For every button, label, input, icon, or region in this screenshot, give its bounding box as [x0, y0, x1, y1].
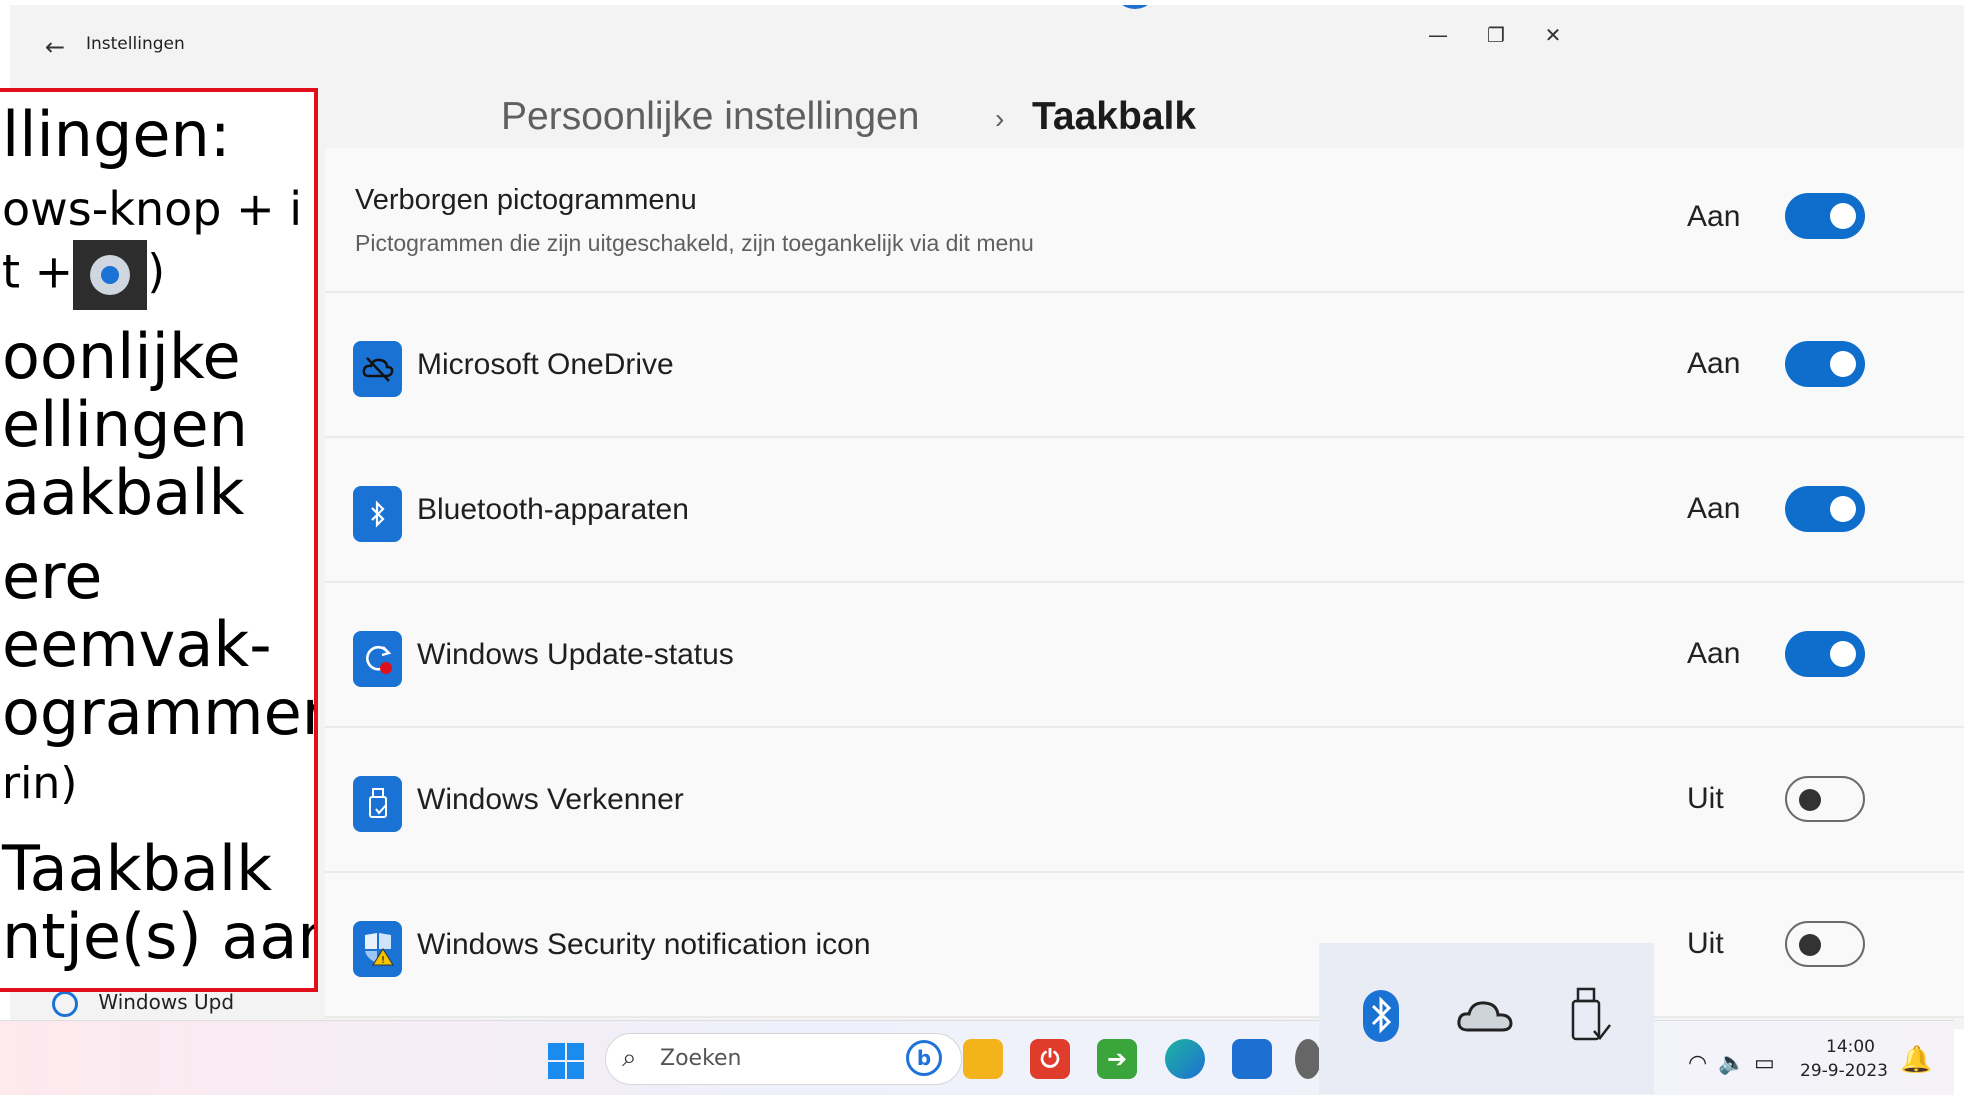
- windows-update-nav-label: Windows Upd: [98, 990, 235, 1014]
- windows-explorer-label: Windows Verkenner: [417, 783, 684, 816]
- onedrive-toggle[interactable]: [1785, 341, 1865, 387]
- instruction-line-10: rin): [2, 758, 78, 809]
- instruction-line-7: ere: [2, 540, 103, 613]
- bluetooth-state: Aan: [1687, 492, 1741, 525]
- windows-security-label: Windows Security notification icon: [417, 928, 871, 961]
- maximize-button[interactable]: ❐: [1468, 17, 1524, 53]
- tray-onedrive-icon[interactable]: [1455, 983, 1515, 1049]
- instruction-line-3: t +): [2, 240, 165, 310]
- store-icon[interactable]: [1232, 1039, 1272, 1079]
- windows-security-row: ! Windows Security notification icon Uit: [325, 873, 1964, 1018]
- tray-bluetooth-icon[interactable]: [1351, 983, 1411, 1049]
- breadcrumb-separator: ›: [995, 103, 1005, 134]
- instruction-line-11: Taakbalk: [2, 832, 272, 905]
- windows-update-row: Windows Update-status Aan: [325, 583, 1964, 728]
- instruction-line-9: ogrammen: [2, 676, 318, 749]
- windows-security-toggle[interactable]: [1785, 921, 1865, 967]
- windows-update-nav-item[interactable]: Windows Upd: [52, 990, 234, 1017]
- settings-list: Verborgen pictogrammenu Pictogrammen die…: [325, 148, 1964, 1018]
- breadcrumb-parent[interactable]: Persoonlijke instellingen: [501, 95, 919, 139]
- page-title: Taakbalk: [1032, 95, 1197, 138]
- instruction-line-4: oonlijke: [2, 320, 241, 393]
- hidden-icon-menu-toggle[interactable]: [1785, 193, 1865, 239]
- hidden-icon-menu-row: Verborgen pictogrammenu Pictogrammen die…: [325, 148, 1964, 293]
- onedrive-row: Microsoft OneDrive Aan: [325, 293, 1964, 438]
- instruction-line-1: llingen:: [2, 98, 231, 171]
- bluetooth-row: Bluetooth-apparaten Aan: [325, 438, 1964, 583]
- instruction-line-6: aakbalk: [2, 456, 245, 529]
- windows-explorer-state: Uit: [1687, 782, 1724, 815]
- windows-explorer-row: Windows Verkenner Uit: [325, 728, 1964, 873]
- search-placeholder: Zoeken: [660, 1046, 742, 1071]
- instruction-line-2: ows-knop + i: [2, 182, 303, 236]
- windows-update-icon: [353, 631, 402, 687]
- bluetooth-label: Bluetooth-apparaten: [417, 493, 689, 526]
- instruction-line-12: ntje(s) aan: [2, 900, 318, 973]
- start-button[interactable]: [548, 1043, 584, 1079]
- instruction-line-8: eemvak-: [2, 608, 272, 681]
- usb-drive-icon: [353, 776, 402, 832]
- instruction-box: llingen: ows-knop + i t +) oonlijke elli…: [0, 88, 318, 992]
- windows-security-state: Uit: [1687, 927, 1724, 960]
- wifi-icon[interactable]: ◠: [1688, 1051, 1707, 1076]
- notification-bell-icon[interactable]: 🔔: [1900, 1045, 1932, 1075]
- instruction-line-3-end: ): [147, 244, 166, 299]
- app-title: Instellingen: [86, 34, 185, 54]
- file-explorer-icon[interactable]: [963, 1039, 1003, 1079]
- instruction-line-5: ellingen: [2, 388, 248, 461]
- close-button[interactable]: ✕: [1525, 17, 1581, 53]
- volume-icon[interactable]: 🔈: [1718, 1051, 1745, 1076]
- power-app-icon[interactable]: ⏻: [1030, 1039, 1070, 1079]
- windows-update-nav-icon: [52, 990, 78, 1017]
- back-button[interactable]: ←: [35, 29, 75, 65]
- windows-update-state: Aan: [1687, 637, 1741, 670]
- battery-icon[interactable]: ▭: [1754, 1051, 1775, 1076]
- hidden-icon-menu-description: Pictogrammen die zijn uitgeschakeld, zij…: [355, 230, 1034, 256]
- search-icon: ⌕: [622, 1043, 637, 1073]
- taskbar: ⌕ Zoeken b ⏻ ➔ ◠ 🔈 ▭ 14:00 29-9-2023 🔔: [0, 1020, 1954, 1095]
- minimize-button[interactable]: —: [1410, 17, 1466, 53]
- bing-icon[interactable]: b: [906, 1040, 942, 1076]
- onedrive-label: Microsoft OneDrive: [417, 348, 674, 381]
- svg-text:!: !: [380, 955, 384, 966]
- hidden-icon-menu-state: Aan: [1687, 200, 1741, 233]
- onedrive-state: Aan: [1687, 347, 1741, 380]
- windows-update-toggle[interactable]: [1785, 631, 1865, 677]
- clock-time[interactable]: 14:00: [1826, 1037, 1875, 1057]
- tray-overflow-popup: [1319, 943, 1654, 1094]
- bluetooth-toggle[interactable]: [1785, 486, 1865, 532]
- windows-explorer-toggle[interactable]: [1785, 776, 1865, 822]
- instruction-line-3-start: t +: [2, 244, 74, 299]
- windows-update-label: Windows Update-status: [417, 638, 734, 671]
- bluetooth-icon: [353, 486, 402, 542]
- hidden-icon-menu-title: Verborgen pictogrammenu: [355, 184, 697, 216]
- settings-gear-icon: [73, 240, 148, 310]
- clock-date[interactable]: 29-9-2023: [1800, 1061, 1888, 1081]
- settings-taskbar-icon[interactable]: [1295, 1039, 1321, 1079]
- decorative-blob: [1113, 5, 1157, 9]
- tray-usb-drive-icon[interactable]: [1561, 983, 1621, 1049]
- taskbar-search[interactable]: ⌕ Zoeken b: [605, 1033, 962, 1085]
- edge-icon[interactable]: [1165, 1039, 1205, 1079]
- arrow-app-icon[interactable]: ➔: [1097, 1039, 1137, 1079]
- onedrive-icon: [353, 341, 402, 397]
- windows-security-icon: !: [353, 921, 402, 977]
